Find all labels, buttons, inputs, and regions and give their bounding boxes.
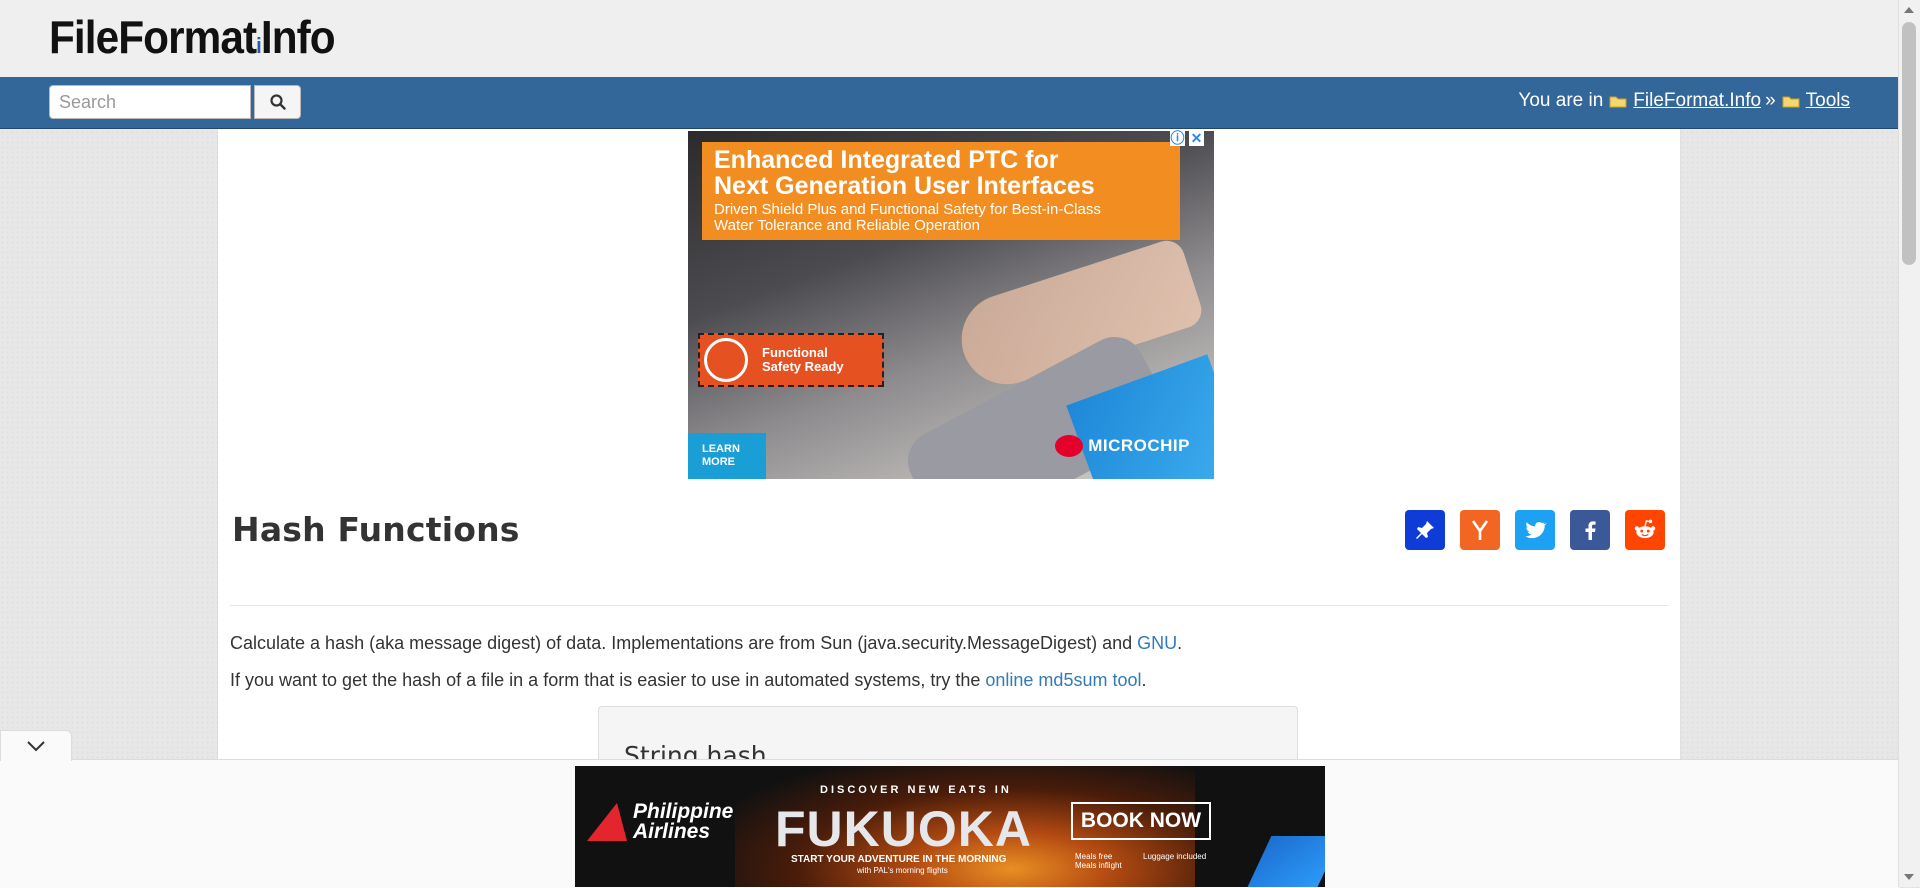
chevron-down-icon (27, 741, 45, 752)
facebook-share-button[interactable] (1570, 510, 1610, 550)
search-icon (269, 94, 286, 110)
ad-controls: ⓘ ✕ (1170, 131, 1204, 146)
ad-brand-text: MICROCHIP (1088, 436, 1190, 455)
md5sum-text: If you want to get the hash of a file in… (230, 670, 986, 690)
scrollbar-thumb[interactable] (1902, 22, 1916, 265)
ad-headline: Enhanced Integrated PTC for Next Generat… (714, 146, 1095, 200)
folder-icon (1609, 96, 1627, 107)
page-title: Hash Functions (232, 510, 520, 549)
ad-safety-badge: Functional Safety Ready (698, 333, 884, 387)
scroll-down-icon[interactable] (1904, 874, 1914, 880)
collapse-ad-button[interactable] (0, 730, 72, 761)
hacker-news-share-button[interactable] (1460, 510, 1500, 550)
ad-info-icon[interactable]: ⓘ (1170, 131, 1185, 146)
description-paragraph: Calculate a hash (aka message digest) of… (230, 633, 1182, 654)
pinboard-share-button[interactable] (1405, 510, 1445, 550)
hacker-news-icon (1471, 520, 1489, 540)
md5sum-tool-link[interactable]: online md5sum tool (985, 670, 1141, 690)
breadcrumb: You are in FileFormat.Info » Tools (1518, 90, 1850, 112)
facebook-icon (1585, 521, 1596, 540)
logo-tail-text: Info (260, 11, 336, 63)
reddit-share-button[interactable] (1625, 510, 1665, 550)
pal-logo-icon (587, 803, 627, 841)
gnu-link[interactable]: GNU (1137, 633, 1177, 653)
pin-icon (1416, 521, 1434, 539)
reddit-icon (1634, 519, 1656, 539)
description-text: Calculate a hash (aka message digest) of… (230, 633, 1138, 653)
scroll-up-icon[interactable] (1904, 7, 1914, 13)
divider (230, 605, 1668, 606)
helmet-icon (704, 338, 748, 382)
ad-city-text: FUKUOKA (775, 801, 1032, 857)
search-input[interactable] (49, 85, 251, 119)
folder-icon (1782, 96, 1800, 107)
twitter-icon (1525, 521, 1547, 539)
ad-tagline: START YOUR ADVENTURE IN THE MORNING (791, 854, 1007, 865)
microchip-logo-icon (1055, 435, 1084, 457)
ad-brand: MICROCHIP (1055, 435, 1190, 457)
ad-discover-text: DISCOVER NEW EATS IN (820, 784, 1012, 796)
ad-perk-luggage: Luggage included (1143, 852, 1207, 861)
site-header: FileFormatiInfo (0, 0, 1899, 77)
breadcrumb-prefix: You are in (1518, 90, 1604, 111)
breadcrumb-separator: » (1765, 90, 1776, 111)
pal-logo: Philippine Airlines (587, 800, 734, 843)
md5sum-paragraph: If you want to get the hash of a file in… (230, 670, 1147, 691)
ad-safety-text: Functional Safety Ready (762, 345, 844, 374)
site-logo[interactable]: FileFormatiInfo (49, 10, 336, 64)
ad-perk-meals: Meals free Meals inflight (1075, 852, 1122, 870)
top-ad-banner[interactable]: Enhanced Integrated PTC for Next Generat… (688, 131, 1214, 479)
ad-learn-more-button[interactable]: LEARN MORE (688, 433, 766, 479)
ad-book-now-button[interactable]: BOOK NOW (1071, 802, 1211, 840)
logo-main-text: FileFormat (49, 11, 257, 63)
twitter-share-button[interactable] (1515, 510, 1555, 550)
breadcrumb-link-home[interactable]: FileFormat.Info (1633, 90, 1761, 112)
ad-subline: Driven Shield Plus and Functional Safety… (714, 201, 1101, 234)
bottom-ad-banner[interactable]: Philippine Airlines DISCOVER NEW EATS IN… (575, 766, 1325, 887)
ad-tagline-sub: with PAL's morning flights (857, 866, 948, 875)
pal-brand-text: Philippine Airlines (633, 800, 734, 843)
search-button[interactable] (254, 85, 301, 119)
ad-close-icon[interactable]: ✕ (1189, 131, 1204, 146)
breadcrumb-link-tools[interactable]: Tools (1806, 90, 1850, 112)
ad-plane-tail-graphic (1238, 836, 1325, 887)
md5sum-end: . (1141, 670, 1147, 690)
page-scrollbar[interactable] (1898, 0, 1920, 887)
description-end: . (1177, 633, 1183, 653)
